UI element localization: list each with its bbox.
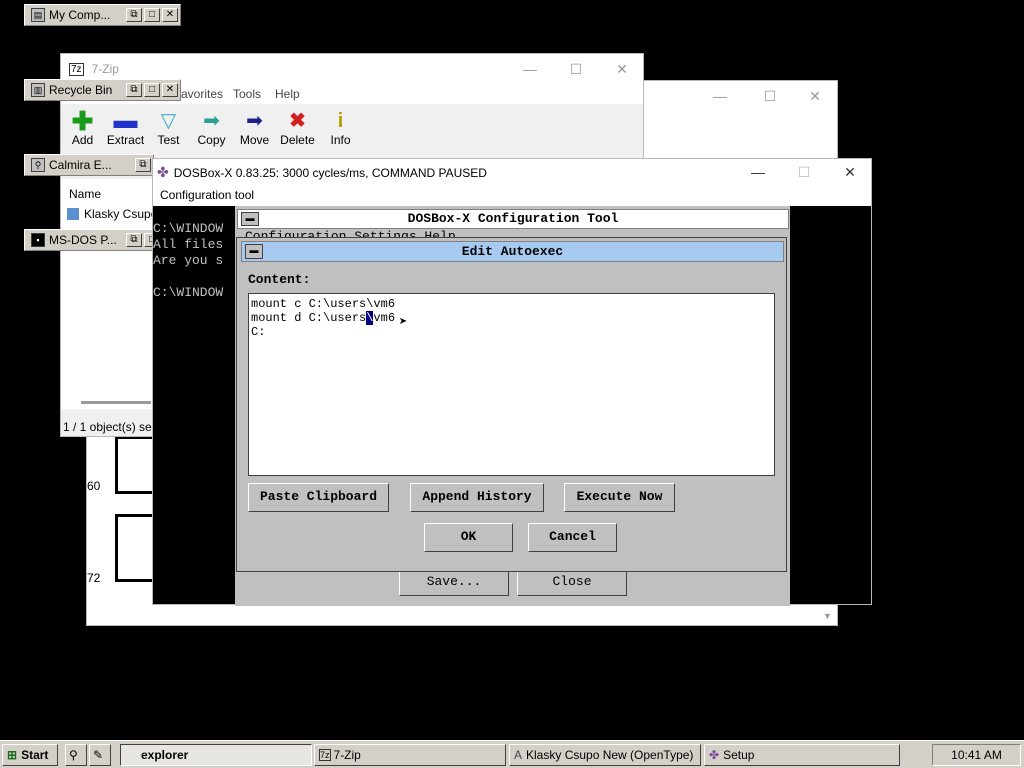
zip-toolbar: ✚ Add ▬ Extract ▽ Test ➡ Copy ➡ Move ✖ Delete … — [61, 106, 362, 148]
content-editor[interactable]: mount c C:\users\vm6 mount d C:\users\vm… — [248, 293, 775, 476]
info-button[interactable]: i Info — [319, 109, 362, 147]
edit-autoexec-dialog: ▬ Edit Autoexec Content: mount c C:\user… — [236, 237, 787, 572]
mouse-cursor-icon: ➤ — [399, 315, 408, 331]
dosbox-app-icon: ✤ — [709, 748, 720, 762]
editor-line: mount c C:\users\vm6 — [251, 297, 396, 311]
explorer-row-label: 60 — [87, 479, 101, 493]
zip-app-icon: 7z — [319, 749, 331, 761]
explorer-item-icon[interactable] — [115, 436, 157, 494]
execute-now-button[interactable]: Execute Now — [564, 483, 675, 512]
file-row[interactable]: Klasky Csupo — [67, 207, 157, 221]
magnifier-icon: ⚲ — [31, 158, 45, 172]
dosbox-menubar: Configuration tool — [153, 186, 871, 206]
copy-button[interactable]: ➡ Copy — [190, 109, 233, 147]
taskbar-item-7zip[interactable]: 7z 7-Zip — [314, 744, 506, 766]
windows-logo-icon: ⊞ — [7, 748, 18, 762]
magnifier-icon: ⚲ — [69, 748, 78, 762]
computer-icon: ▤ — [31, 8, 45, 22]
menu-configuration-tool[interactable]: Configuration tool — [160, 188, 254, 202]
taskbar-explorer-button[interactable]: explorer — [120, 744, 312, 766]
minimized-my-computer[interactable]: ▤ My Comp... ⧉ □ ✕ — [24, 4, 181, 26]
recycle-bin-icon: ▥ — [31, 83, 45, 97]
zip-statusbar: 1 / 1 object(s) sel — [63, 420, 155, 434]
maximize-button[interactable]: □ — [144, 8, 160, 22]
dos-line: Are you s — [153, 253, 224, 268]
autoexec-title: Edit Autoexec — [461, 244, 564, 259]
dosbox-maximize-button[interactable]: ☐ — [781, 159, 827, 186]
menu-tools[interactable]: Tools — [233, 87, 261, 101]
dos-screen: C:\WINDOW All files Are you s C:\WINDOW — [153, 221, 237, 311]
zip-maximize-button[interactable]: ☐ — [553, 54, 599, 84]
editor-line: mount d C:\users\vm6 — [251, 311, 396, 325]
tools-icon: ✎ — [93, 748, 104, 762]
config-tool-title: DOSBox-X Configuration Tool — [407, 211, 619, 226]
zip-app-icon: 7z — [69, 62, 84, 76]
horizontal-scrollbar[interactable] — [81, 401, 151, 404]
move-button[interactable]: ➡ Move — [233, 109, 276, 147]
dos-line: C:\WINDOW — [153, 285, 224, 300]
font-icon: A — [514, 748, 523, 762]
minimized-calmira-explorer[interactable]: ⚲ Calmira E... ⧉ — [24, 154, 154, 176]
ok-button[interactable]: OK — [424, 523, 513, 552]
explorer-minimize-button[interactable]: — — [697, 81, 743, 111]
explorer-row-label: 72 — [87, 571, 101, 585]
dos-line — [153, 269, 237, 285]
test-button[interactable]: ▽ Test — [147, 109, 190, 147]
restore-button[interactable]: ⧉ — [126, 233, 142, 247]
restore-button[interactable]: ⧉ — [126, 83, 142, 97]
dosbox-minimize-button[interactable]: — — [735, 159, 781, 186]
dos-line: All files — [153, 237, 224, 252]
copy-arrow-icon: ➡ — [203, 110, 220, 132]
taskbar-item-setup[interactable]: ✤ Setup — [704, 744, 900, 766]
dosbox-title: DOSBox-X 0.83.25: 3000 cycles/ms, COMMAN… — [173, 165, 487, 180]
content-label: Content: — [248, 272, 311, 287]
file-icon — [67, 208, 79, 220]
zip-close-button[interactable]: ✕ — [599, 54, 645, 84]
msdos-icon: ▪ — [31, 233, 45, 247]
close-config-button[interactable]: Close — [517, 568, 627, 596]
maximize-button[interactable]: □ — [144, 83, 160, 97]
paste-clipboard-button[interactable]: Paste Clipboard — [248, 483, 389, 512]
close-button[interactable]: ✕ — [162, 83, 178, 97]
autoexec-titlebar: ▬ Edit Autoexec — [241, 241, 784, 262]
zip-title: 7-Zip — [91, 62, 119, 76]
extract-button[interactable]: ▬ Extract — [104, 107, 147, 148]
add-button[interactable]: ✚ Add — [61, 106, 104, 147]
config-tool-titlebar: ▬ DOSBox-X Configuration Tool — [237, 209, 789, 229]
dosbox-app-icon: ✤ — [157, 164, 169, 180]
plus-icon: ✚ — [71, 106, 94, 136]
save-button[interactable]: Save... — [399, 568, 509, 596]
delete-x-icon: ✖ — [289, 110, 306, 132]
restore-button[interactable]: ⧉ — [126, 8, 142, 22]
explorer-maximize-button[interactable]: ☐ — [747, 81, 793, 111]
info-icon: i — [337, 110, 344, 132]
cancel-button[interactable]: Cancel — [528, 523, 617, 552]
test-check-icon: ▽ — [160, 110, 177, 132]
taskbar-item-font-viewer[interactable]: A Klasky Csupo New (OpenType) — [509, 744, 701, 766]
editor-line: C: — [251, 325, 266, 339]
dosbox-close-button[interactable]: ✕ — [827, 159, 873, 186]
file-list: Name Klasky Csupo — [61, 179, 157, 409]
column-header-name[interactable]: Name — [69, 187, 101, 201]
close-button[interactable]: ✕ — [162, 8, 178, 22]
quicklaunch-tools[interactable]: ✎ — [89, 744, 111, 766]
delete-button[interactable]: ✖ Delete — [276, 109, 319, 147]
dos-line: C:\WINDOW — [153, 221, 224, 236]
restore-button[interactable]: ⧉ — [135, 158, 151, 172]
minimized-recycle-bin[interactable]: ▥ Recycle Bin ⧉ □ ✕ — [24, 79, 181, 101]
zip-minimize-button[interactable]: — — [507, 54, 553, 84]
menu-help[interactable]: Help — [275, 87, 300, 101]
scroll-down-arrow-icon[interactable]: ▼ — [823, 611, 832, 621]
minus-icon: ▬ — [113, 107, 138, 134]
system-clock[interactable]: 10:41 AM — [932, 744, 1021, 766]
explorer-item-icon[interactable] — [115, 514, 157, 582]
append-history-button[interactable]: Append History — [410, 483, 544, 512]
taskbar: ⊞ Start ⚲ ✎ explorer 7z 7-Zip A Klasky C… — [0, 740, 1024, 768]
quicklaunch-explorer[interactable]: ⚲ — [65, 744, 87, 766]
start-button[interactable]: ⊞ Start — [2, 744, 58, 766]
explorer-close-button[interactable]: ✕ — [792, 81, 838, 111]
move-arrow-icon: ➡ — [246, 110, 263, 132]
menu-favorites[interactable]: avorites — [181, 87, 223, 101]
